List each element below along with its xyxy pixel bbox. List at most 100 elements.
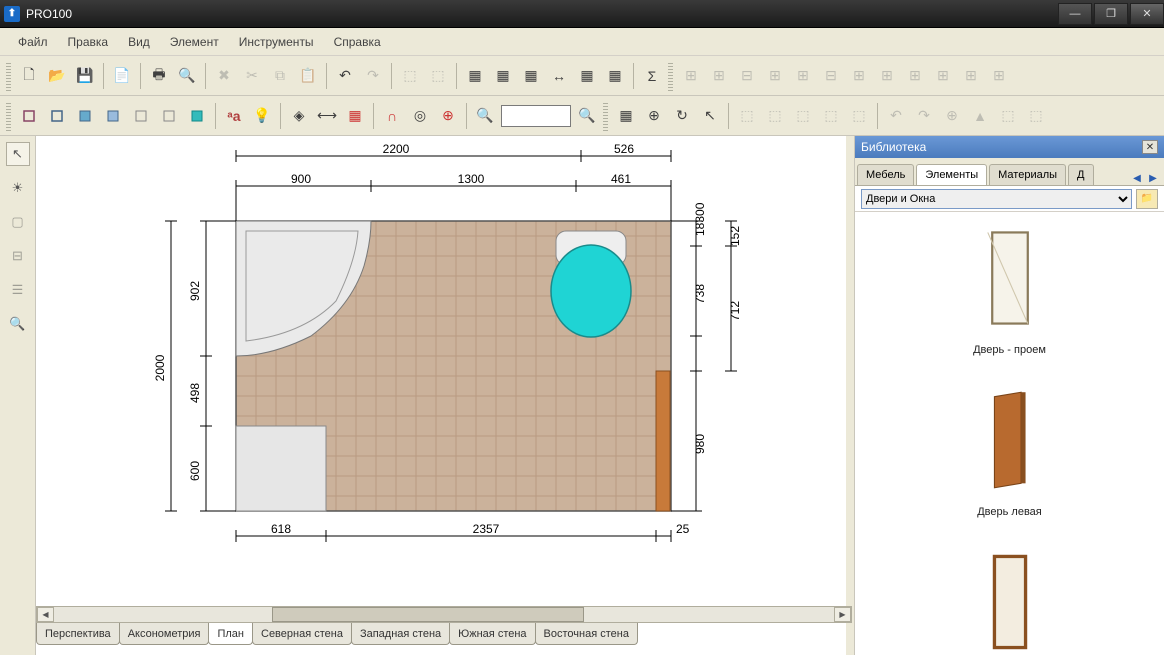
maximize-button[interactable]: ❐ (1094, 3, 1128, 25)
zoom-combo[interactable] (501, 105, 571, 127)
scroll-thumb[interactable] (272, 607, 584, 622)
view-mode-6[interactable]: ▦ (603, 64, 627, 88)
view-mode-4[interactable]: ↔ (547, 64, 571, 88)
snap-3[interactable]: ⊕ (436, 104, 460, 128)
library-header[interactable]: Библиотека ✕ (855, 136, 1164, 158)
library-tab-3[interactable]: Д (1068, 164, 1093, 185)
box-tool[interactable]: ▢ (6, 210, 30, 234)
pointer-tool[interactable]: ↖ (698, 104, 722, 128)
dim-tool-9[interactable]: ⊞ (903, 64, 927, 88)
menu-Элемент[interactable]: Элемент (160, 31, 229, 53)
menu-Вид[interactable]: Вид (118, 31, 160, 53)
library-item-1[interactable]: Дверь левая (861, 380, 1158, 518)
dim-tool-10[interactable]: ⊞ (931, 64, 955, 88)
library-folder-select[interactable]: Двери и Окна (861, 189, 1132, 209)
toolbar-grip[interactable] (668, 61, 673, 91)
close-button[interactable]: ✕ (1130, 3, 1164, 25)
align-1[interactable]: ⬚ (735, 104, 759, 128)
undo-button[interactable]: ↶ (333, 64, 357, 88)
snap-2[interactable]: ◎ (408, 104, 432, 128)
open-file-button[interactable]: 📂 (45, 64, 69, 88)
library-tab-1[interactable]: Элементы (916, 164, 987, 185)
toolbar-grip[interactable] (6, 101, 11, 131)
box-object[interactable] (236, 426, 326, 511)
dim-tool-1[interactable]: ⊞ (679, 64, 703, 88)
move-tool[interactable]: ⊕ (642, 104, 666, 128)
dim-tool-5[interactable]: ⊞ (791, 64, 815, 88)
cube-7[interactable] (185, 104, 209, 128)
view-mode-3[interactable]: ▦ (519, 64, 543, 88)
cursor-tool[interactable]: ↖ (6, 142, 30, 166)
toolbar-grip[interactable] (603, 101, 608, 131)
cube-5[interactable] (129, 104, 153, 128)
print-button[interactable]: 🖶 (147, 64, 171, 88)
new-file-button[interactable]: 🗋 (17, 64, 41, 88)
menu-Справка[interactable]: Справка (324, 31, 391, 53)
ungroup-button[interactable]: ⬚ (426, 64, 450, 88)
library-item-2[interactable] (861, 542, 1158, 655)
library-tab-0[interactable]: Мебель (857, 164, 914, 185)
dim-tool-8[interactable]: ⊞ (875, 64, 899, 88)
mirror-2[interactable]: ⬚ (996, 104, 1020, 128)
cube-3[interactable] (73, 104, 97, 128)
light-tool[interactable]: 💡 (250, 104, 274, 128)
dim-tool-12[interactable]: ⊞ (987, 64, 1011, 88)
view-tab-1[interactable]: Аксонометрия (119, 623, 210, 645)
scroll-left-button[interactable]: ◀ (37, 607, 54, 622)
zoom-left-tool[interactable]: 🔍 (6, 312, 30, 336)
snap-magnet[interactable]: ∩ (380, 104, 404, 128)
mirror-1[interactable]: ▲ (968, 104, 992, 128)
dim-tool-3[interactable]: ⊟ (735, 64, 759, 88)
dim-tool-11[interactable]: ⊞ (959, 64, 983, 88)
menu-Файл[interactable]: Файл (8, 31, 58, 53)
rot-3[interactable]: ⊕ (940, 104, 964, 128)
rotate-tool[interactable]: ↻ (670, 104, 694, 128)
dim-tool-6[interactable]: ⊟ (819, 64, 843, 88)
menu-Инструменты[interactable]: Инструменты (229, 31, 324, 53)
measure-tool[interactable]: ⟷ (315, 104, 339, 128)
group-button[interactable]: ⬚ (398, 64, 422, 88)
toolbar-grip[interactable] (6, 61, 11, 91)
grid-tool[interactable]: ▦ (343, 104, 367, 128)
view-mode-2[interactable]: ▦ (491, 64, 515, 88)
view-tab-6[interactable]: Восточная стена (535, 623, 638, 645)
camera-tool[interactable]: ☀ (6, 176, 30, 200)
view-tab-3[interactable]: Северная стена (252, 623, 352, 645)
scroll-right-button[interactable]: ▶ (834, 607, 851, 622)
cube-6[interactable] (157, 104, 181, 128)
view-tab-2[interactable]: План (208, 623, 253, 645)
zoom-in[interactable]: 🔍 (473, 104, 497, 128)
view-mode-1[interactable]: ▦ (463, 64, 487, 88)
menu-Правка[interactable]: Правка (58, 31, 119, 53)
cube-4[interactable] (101, 104, 125, 128)
zoom-out[interactable]: 🔍 (575, 104, 599, 128)
grid-left-tool[interactable]: ☰ (6, 278, 30, 302)
dim-tool-2[interactable]: ⊞ (707, 64, 731, 88)
select-tool[interactable]: ▦ (614, 104, 638, 128)
library-tab-2[interactable]: Материалы (989, 164, 1066, 185)
view-tab-0[interactable]: Перспектива (36, 623, 120, 645)
align-3[interactable]: ⬚ (791, 104, 815, 128)
paste-button[interactable]: 📋 (296, 64, 320, 88)
canvas-h-scrollbar[interactable]: ◀ ▶ (36, 606, 852, 623)
save-file-button[interactable]: 💾 (73, 64, 97, 88)
align-4[interactable]: ⬚ (819, 104, 843, 128)
library-item-list[interactable]: Дверь - проем Дверь левая (855, 212, 1164, 655)
text-tool[interactable]: ᵃa (222, 104, 246, 128)
dim-tool-4[interactable]: ⊞ (763, 64, 787, 88)
copy-button[interactable]: ⧉ (268, 64, 292, 88)
view-mode-5[interactable]: ▦ (575, 64, 599, 88)
cube-1[interactable] (17, 104, 41, 128)
view-tab-5[interactable]: Южная стена (449, 623, 535, 645)
align-tool[interactable]: ⊟ (6, 244, 30, 268)
align-5[interactable]: ⬚ (847, 104, 871, 128)
cut-button[interactable]: ✂ (240, 64, 264, 88)
library-item-0[interactable]: Дверь - проем (861, 218, 1158, 356)
door-object[interactable] (656, 371, 670, 511)
minimize-button[interactable]: — (1058, 3, 1092, 25)
rot-1[interactable]: ↶ (884, 104, 908, 128)
dim-tool-7[interactable]: ⊞ (847, 64, 871, 88)
sum-button[interactable]: Σ (640, 64, 664, 88)
preview-button[interactable]: 🔍 (175, 64, 199, 88)
library-close-button[interactable]: ✕ (1142, 140, 1158, 154)
